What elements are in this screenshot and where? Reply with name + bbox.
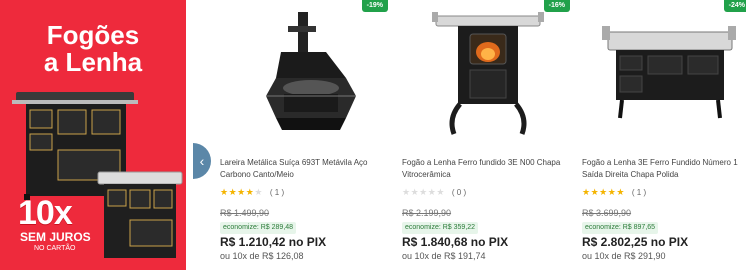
star-icon: ★ (590, 187, 600, 197)
product-card[interactable]: -19% Lareira Metálica Suíça 693T Metávil… (216, 0, 394, 270)
star-icon: ★ (220, 187, 229, 197)
product-name[interactable]: Fogão a Lenha Ferro fundido 3E N00 Chapa… (402, 157, 574, 181)
pix-price: R$ 1.840,68 no PIX (402, 235, 508, 249)
savings-tag: economize: R$ 359,22 (402, 222, 479, 234)
star-empty-icon: ★ (402, 187, 411, 197)
installments: ou 10x de R$ 191,74 (402, 251, 486, 261)
rating-count: ( 0 ) (451, 188, 467, 197)
product-rating: ★★★★★ ( 0 ) (402, 187, 466, 198)
product-card[interactable]: -16% Fogão a Lenha Ferro fundido 3E N00 … (398, 0, 576, 270)
price-suffix: no PIX (650, 235, 689, 249)
chevron-left-icon: ‹ (199, 153, 205, 169)
product-image[interactable] (418, 8, 558, 138)
rating-count: ( 1 ) (631, 188, 647, 197)
star-rating: ★★★★★ (582, 187, 628, 197)
star-rating: ★★★★★ (402, 187, 448, 197)
star-empty-icon: ★ (436, 187, 445, 197)
old-price: R$ 3.699,90 (582, 208, 632, 218)
price-suffix: no PIX (288, 235, 327, 249)
star-icon: ★ (228, 187, 238, 197)
product-name[interactable]: Fogão a Lenha 3E Ferro Fundido Número 1 … (582, 157, 746, 181)
savings-tag: economize: R$ 289,48 (220, 222, 297, 234)
price-suffix: no PIX (470, 235, 509, 249)
installments: ou 10x de R$ 291,90 (582, 251, 666, 261)
stove-image-small (97, 171, 183, 258)
product-rating: ★★★★★ ( 1 ) (582, 187, 646, 198)
installments: ou 10x de R$ 126,08 (220, 251, 304, 261)
carousel-prev-button[interactable]: ‹ (193, 143, 211, 179)
product-card[interactable]: -24% Fogão a Lenha 3E Ferro Fundido Núme… (578, 0, 746, 270)
promo-banner[interactable]: Fogões a Lenha 10x SEM JUROS NO CARTÃO (0, 0, 186, 270)
star-icon: ★ (582, 187, 591, 197)
star-icon: ★ (599, 187, 608, 197)
product-rating: ★★★★★ ( 1 ) (220, 187, 284, 198)
pix-price: R$ 2.802,25 no PIX (582, 235, 688, 249)
product-image[interactable] (598, 8, 738, 138)
star-empty-icon: ★ (419, 187, 428, 197)
pix-price: R$ 1.210,42 no PIX (220, 235, 326, 249)
star-icon: ★ (616, 187, 625, 197)
promo-title: Fogões a Lenha (0, 22, 186, 76)
star-empty-icon: ★ (410, 187, 420, 197)
savings-tag: economize: R$ 897,65 (582, 222, 659, 234)
old-price: R$ 2.199,90 (402, 208, 452, 218)
promo-title-line1: Fogões (46, 20, 140, 50)
product-name[interactable]: Lareira Metálica Suíça 693T Metávila Aço… (220, 157, 392, 181)
star-rating: ★★★★★ (220, 187, 266, 197)
promo-title-line2: a Lenha (43, 47, 143, 77)
old-price: R$ 1.499,90 (220, 208, 270, 218)
product-image[interactable] (236, 8, 376, 138)
star-icon: ★ (237, 187, 246, 197)
rating-count: ( 1 ) (269, 188, 285, 197)
price-value: R$ 2.802,25 (582, 235, 648, 249)
promo-installments: 10x (18, 194, 73, 232)
price-value: R$ 1.840,68 (402, 235, 468, 249)
promo-on-card: NO CARTÃO (34, 245, 76, 252)
price-value: R$ 1.210,42 (220, 235, 286, 249)
star-empty-icon: ★ (254, 187, 263, 197)
promo-no-interest: SEM JUROS (20, 230, 91, 244)
